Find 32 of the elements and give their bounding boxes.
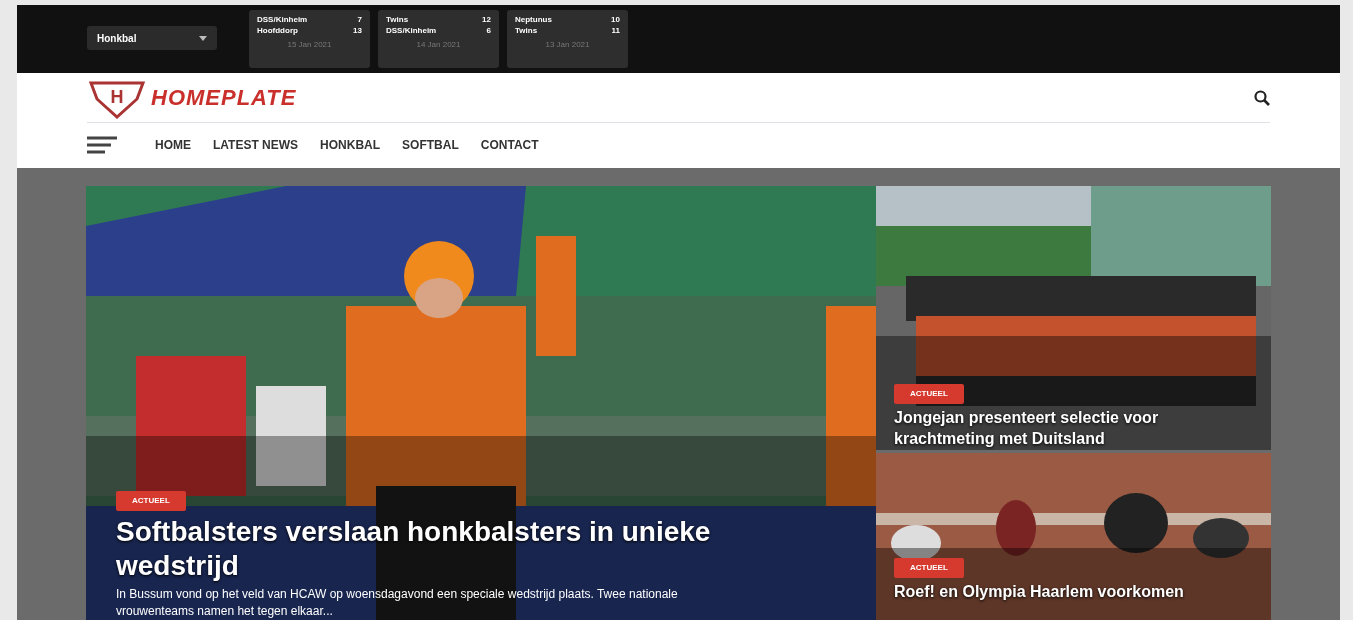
game-date: 15 Jan 2021 <box>286 39 333 50</box>
article-title[interactable]: Roef! en Olympia Haarlem voorkomen <box>894 582 1214 603</box>
game-date: 14 Jan 2021 <box>415 39 462 50</box>
nav-link[interactable]: SOFTBAL <box>402 136 459 154</box>
team-name: DSS/Kinheim <box>386 25 437 36</box>
menu-icon[interactable] <box>87 136 117 154</box>
team-name: Twins <box>515 25 538 36</box>
team-score: 7 <box>357 14 362 25</box>
team-score: 10 <box>611 14 620 25</box>
team-score: 12 <box>482 14 491 25</box>
score-card[interactable]: DSS/Kinheim 7 Hoofddorp 13 15 Jan 2021 <box>249 10 370 68</box>
team-score: 13 <box>353 25 362 36</box>
category-tag[interactable]: ACTUEEL <box>894 384 964 405</box>
game-date: 13 Jan 2021 <box>544 39 591 50</box>
team-name: DSS/Kinheim <box>257 14 308 25</box>
team-name: Neptunus <box>515 14 552 25</box>
score-card[interactable]: Twins 12 DSS/Kinheim 6 14 Jan 2021 <box>378 10 499 68</box>
team-name: Twins <box>386 14 409 25</box>
team-name: Hoofddorp <box>257 25 298 36</box>
article-title[interactable]: Jongejan presenteert selectie voor krachtmeting met Duitsland <box>894 408 1214 450</box>
score-card[interactable]: Neptunus 10 Twins 11 13 Jan 2021 <box>507 10 628 68</box>
logo-text: HOMEPLATE <box>151 84 297 112</box>
team-score: 11 <box>611 25 620 36</box>
caret-icon <box>199 35 207 41</box>
sport-select[interactable]: Honkbal <box>87 26 217 50</box>
nav-link[interactable]: LATEST NEWS <box>213 136 299 154</box>
category-tag[interactable]: ACTUEEL <box>894 558 964 578</box>
team-score: 6 <box>486 25 491 36</box>
search-icon[interactable] <box>1254 89 1270 106</box>
nav-link[interactable]: HONKBAL <box>320 136 381 154</box>
nav-link[interactable]: HOME <box>155 136 191 154</box>
nav-link[interactable]: CONTACT <box>480 136 539 154</box>
